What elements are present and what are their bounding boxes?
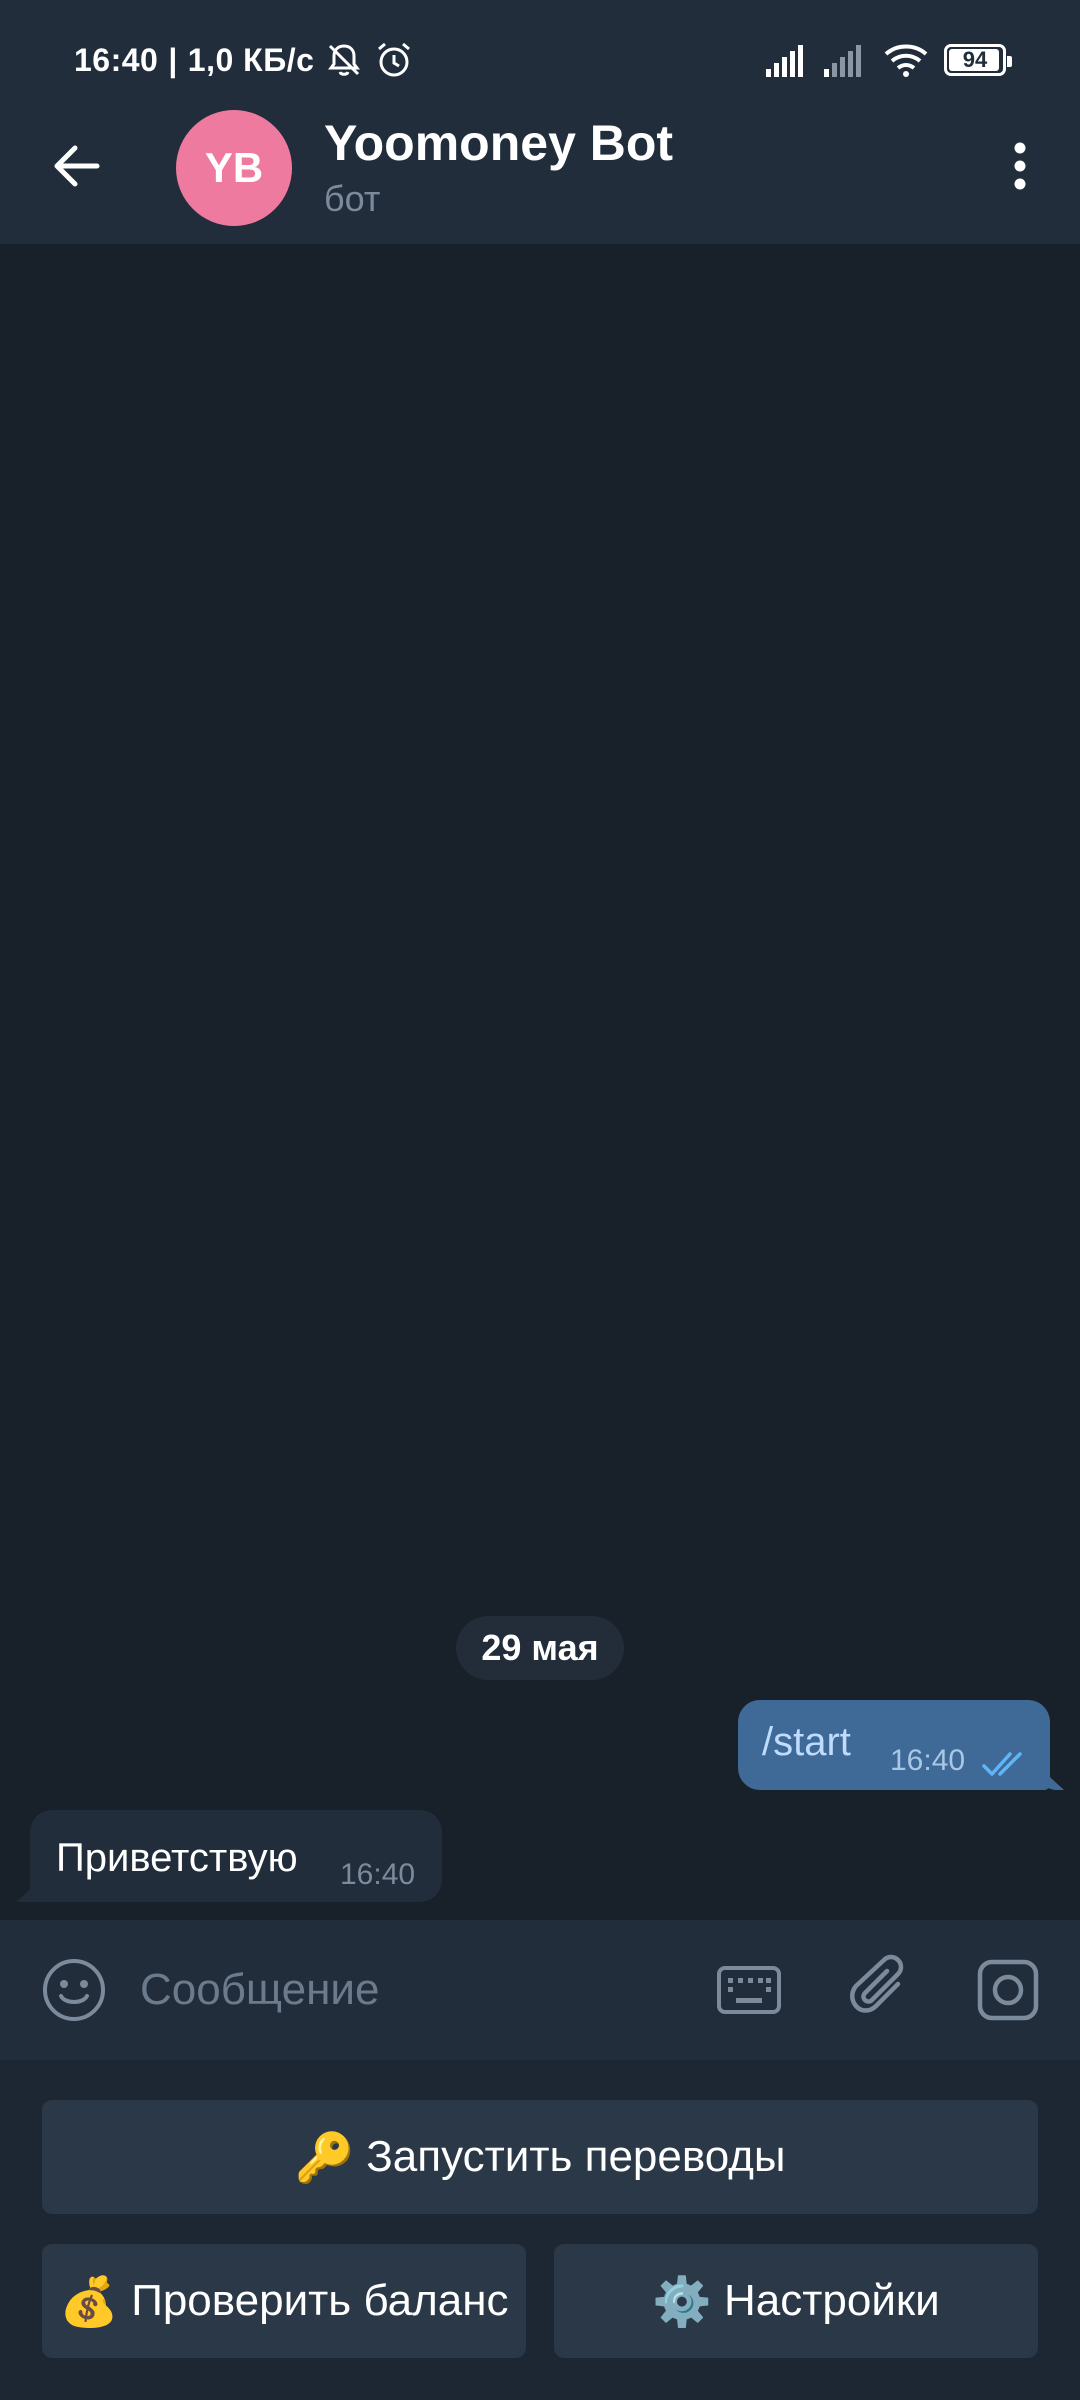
avatar[interactable]: YB bbox=[176, 110, 292, 226]
message-input-bar bbox=[0, 1920, 1080, 2060]
message-time: 16:40 bbox=[340, 1858, 416, 1891]
message-input[interactable] bbox=[140, 1952, 680, 2028]
battery-indicator: 94 bbox=[944, 44, 1012, 76]
battery-level: 94 bbox=[962, 47, 988, 72]
more-options-button[interactable] bbox=[984, 130, 1056, 202]
back-button[interactable] bbox=[40, 130, 112, 202]
start-transfers-button[interactable]: 🔑 Запустить переводы bbox=[42, 2100, 1038, 2214]
signal-icon bbox=[766, 45, 803, 77]
attach-icon[interactable] bbox=[848, 1954, 916, 2026]
button-label: Проверить баланс bbox=[131, 2276, 509, 2325]
key-icon: 🔑 bbox=[294, 2131, 355, 2185]
status-right: 94 bbox=[766, 38, 1012, 82]
gear-icon: ⚙️ bbox=[652, 2275, 712, 2329]
more-vertical-icon bbox=[1014, 142, 1026, 190]
double-check-icon bbox=[982, 1752, 1022, 1776]
settings-button[interactable]: ⚙️ Настройки bbox=[554, 2244, 1038, 2358]
signal-2-icon bbox=[824, 45, 861, 77]
chat-header: YB Yoomoney Bot бот bbox=[0, 100, 1080, 244]
money-bag-icon: 💰 bbox=[59, 2275, 120, 2329]
camera-icon[interactable] bbox=[976, 1958, 1040, 2022]
chat-subtitle: бот bbox=[324, 178, 381, 219]
date-separator: 29 мая bbox=[456, 1616, 624, 1680]
mute-bell-icon bbox=[328, 44, 361, 76]
check-balance-button[interactable]: 💰 Проверить баланс bbox=[42, 2244, 526, 2358]
emoji-icon[interactable] bbox=[40, 1956, 108, 2024]
status-separator: | bbox=[168, 41, 178, 78]
keyboard-icon[interactable] bbox=[716, 1958, 782, 2022]
wifi-icon bbox=[884, 44, 928, 77]
alarm-icon bbox=[378, 42, 411, 77]
status-left: 16:40 | 1,0 КБ/с bbox=[74, 38, 414, 82]
button-label: Запустить переводы bbox=[366, 2132, 786, 2181]
message-text: Приветствую bbox=[56, 1836, 298, 1880]
message-text: /start bbox=[762, 1720, 851, 1764]
bot-reply-keyboard: 🔑 Запустить переводы 💰 Проверить баланс … bbox=[0, 2060, 1080, 2400]
button-label: Настройки bbox=[724, 2276, 940, 2325]
network-speed: 1,0 КБ/с bbox=[187, 41, 315, 78]
arrow-left-icon bbox=[54, 145, 100, 187]
outgoing-message[interactable]: /start 16:40 bbox=[738, 1700, 1064, 1790]
chat-title[interactable]: Yoomoney Bot bbox=[324, 114, 673, 172]
status-time: 16:40 bbox=[74, 41, 159, 78]
message-time: 16:40 bbox=[890, 1744, 966, 1777]
incoming-message[interactable]: Приветствую 16:40 bbox=[16, 1810, 442, 1902]
